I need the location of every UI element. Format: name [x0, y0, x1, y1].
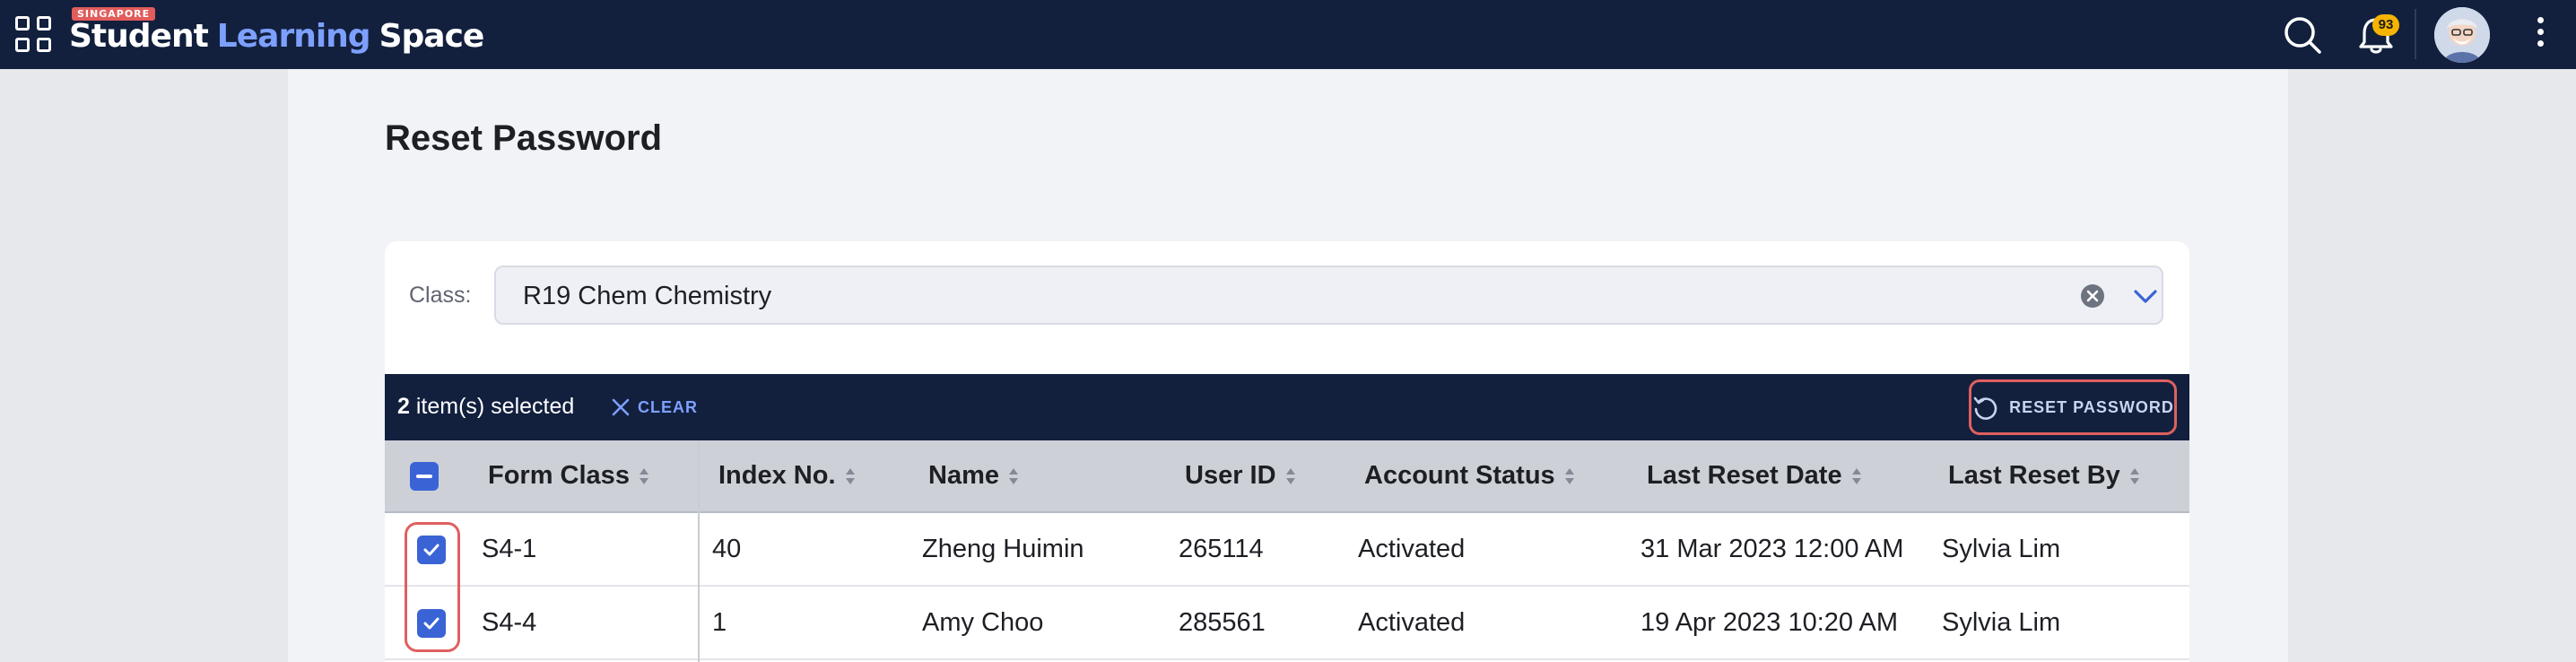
reset-icon	[1973, 396, 1997, 420]
sort-icon	[1008, 467, 1019, 485]
sort-icon	[845, 467, 856, 485]
class-label: Class:	[409, 283, 472, 308]
notification-count-badge: 93	[2372, 14, 2399, 36]
table-row[interactable]: S4-4 1 Amy Choo 285561 Activated 19 Apr …	[385, 587, 2189, 660]
reset-password-card: Class: R19 Chem Chemistry 2 item(s) sele…	[385, 241, 2189, 662]
column-header-account-status[interactable]: Account Status	[1364, 440, 1575, 511]
sort-icon	[1285, 467, 1296, 485]
table-row[interactable]: S4-1 40 Zheng Huimin 265114 Activated 31…	[385, 513, 2189, 587]
cell-last-reset-by: Sylvia Lim	[1942, 608, 2061, 637]
close-icon	[612, 398, 630, 416]
cell-account-status: Activated	[1358, 535, 1466, 563]
column-header-user-id[interactable]: User ID	[1185, 440, 1296, 511]
clear-button[interactable]: CLEAR	[611, 390, 698, 424]
column-header-last-reset-date[interactable]: Last Reset Date	[1647, 440, 1862, 511]
cell-form-class: S4-1	[482, 535, 537, 563]
logo-word-learning: Learning	[216, 18, 371, 55]
cell-account-status: Activated	[1358, 608, 1466, 637]
reset-password-label: RESET PASSWORD	[2009, 397, 2174, 416]
logo-word-space: Space	[379, 18, 485, 55]
cell-name: Amy Choo	[922, 608, 1044, 637]
select-all-checkbox[interactable]	[410, 462, 439, 491]
cell-index-no: 40	[712, 535, 742, 563]
selected-checkboxes-highlight	[405, 522, 460, 652]
more-vertical-icon[interactable]	[2535, 14, 2546, 56]
cell-form-class: S4-4	[482, 608, 537, 637]
main-content: Reset Password Class: R19 Chem Chemistry…	[288, 69, 2288, 662]
selected-count-suffix: item(s) selected	[415, 394, 575, 419]
clear-selection-icon[interactable]	[2079, 283, 2106, 309]
column-header-last-reset-by[interactable]: Last Reset By	[1948, 440, 2140, 511]
cell-name: Zheng Huimin	[922, 535, 1084, 563]
apps-grid-icon[interactable]	[15, 16, 51, 52]
avatar[interactable]	[2434, 7, 2490, 63]
reset-password-button[interactable]: RESET PASSWORD	[1969, 379, 2177, 435]
sort-icon	[2129, 467, 2140, 485]
top-navigation-bar: SINGAPORE Student Learning Space 93	[0, 0, 2576, 69]
column-divider	[698, 440, 700, 662]
chevron-down-icon[interactable]	[2128, 279, 2163, 313]
cell-last-reset-date: 31 Mar 2023 12:00 AM	[1640, 535, 1904, 563]
column-header-index-no[interactable]: Index No.	[718, 440, 856, 511]
cell-index-no: 1	[712, 608, 727, 637]
column-header-name[interactable]: Name	[928, 440, 1019, 511]
sort-icon	[639, 467, 649, 485]
selected-count-text: 2 item(s) selected	[397, 394, 574, 420]
cell-user-id: 265114	[1179, 535, 1264, 563]
class-select-value: R19 Chem Chemistry	[523, 282, 772, 310]
table-header: Form Class Index No. Name User ID Accoun…	[385, 440, 2189, 513]
selected-count: 2	[397, 394, 410, 419]
logo-word-student: Student	[69, 18, 209, 55]
page-title: Reset Password	[385, 118, 663, 158]
cell-user-id: 285561	[1179, 608, 1266, 637]
search-icon[interactable]	[2283, 15, 2322, 55]
clear-button-label: CLEAR	[638, 397, 698, 416]
sort-icon	[1564, 467, 1575, 485]
header-divider	[2415, 9, 2416, 59]
column-header-form-class[interactable]: Form Class	[488, 440, 649, 511]
class-select[interactable]: R19 Chem Chemistry	[494, 266, 2163, 325]
cell-last-reset-date: 19 Apr 2023 10:20 AM	[1640, 608, 1898, 637]
cell-last-reset-by: Sylvia Lim	[1942, 535, 2061, 563]
sort-icon	[1851, 467, 1862, 485]
selection-action-bar: 2 item(s) selected CLEAR RESET PASSWORD	[385, 374, 2189, 440]
